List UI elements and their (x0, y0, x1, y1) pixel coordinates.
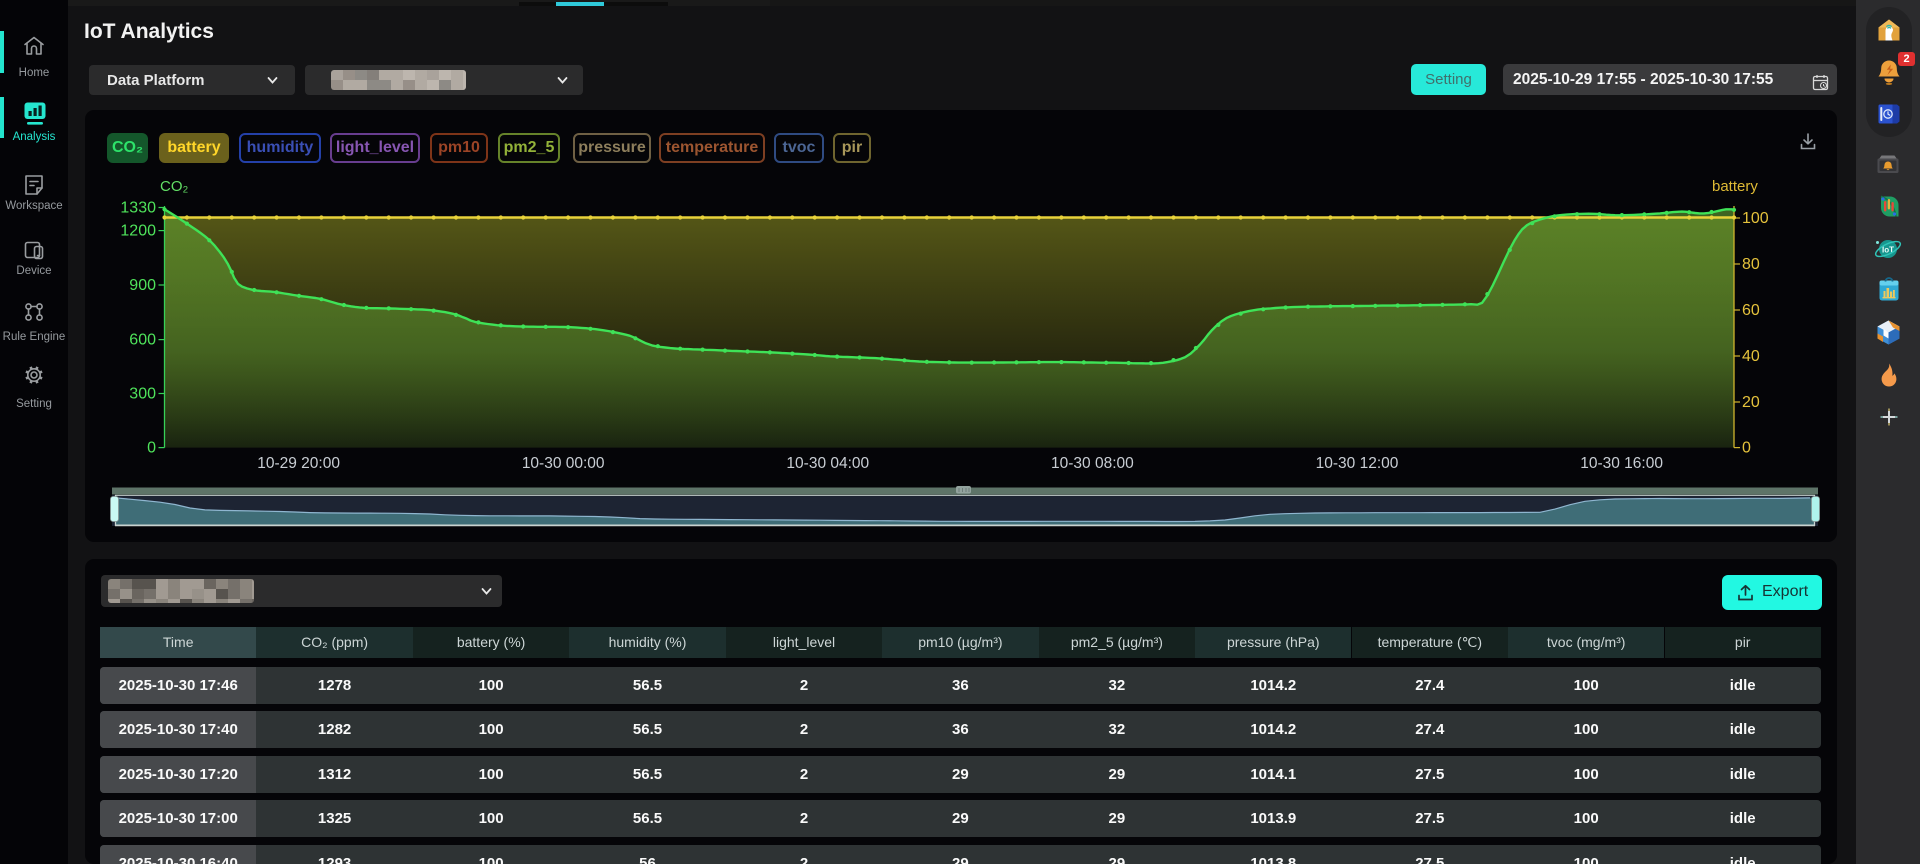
svg-text:10-30 12:00: 10-30 12:00 (1316, 455, 1399, 472)
svg-text:60: 60 (1742, 302, 1760, 319)
svg-text:600: 600 (129, 332, 156, 349)
svg-text:100: 100 (1742, 210, 1769, 227)
svg-text:40: 40 (1742, 348, 1760, 365)
svg-text:CO₂: CO₂ (160, 178, 189, 195)
svg-text:300: 300 (129, 386, 156, 403)
svg-text:10-29 20:00: 10-29 20:00 (257, 455, 340, 472)
svg-text:battery: battery (1712, 178, 1758, 195)
svg-text:1330: 1330 (120, 200, 156, 217)
svg-text:10-30 04:00: 10-30 04:00 (786, 455, 869, 472)
svg-text:10-30 00:00: 10-30 00:00 (522, 455, 605, 472)
svg-text:20: 20 (1742, 394, 1760, 411)
svg-text:10-30 16:00: 10-30 16:00 (1580, 455, 1663, 472)
svg-text:1200: 1200 (120, 223, 156, 240)
svg-text:10-30 08:00: 10-30 08:00 (1051, 455, 1134, 472)
svg-text:900: 900 (129, 277, 156, 294)
svg-text:0: 0 (147, 440, 156, 457)
svg-text:80: 80 (1742, 256, 1760, 273)
svg-text:0: 0 (1742, 440, 1751, 457)
